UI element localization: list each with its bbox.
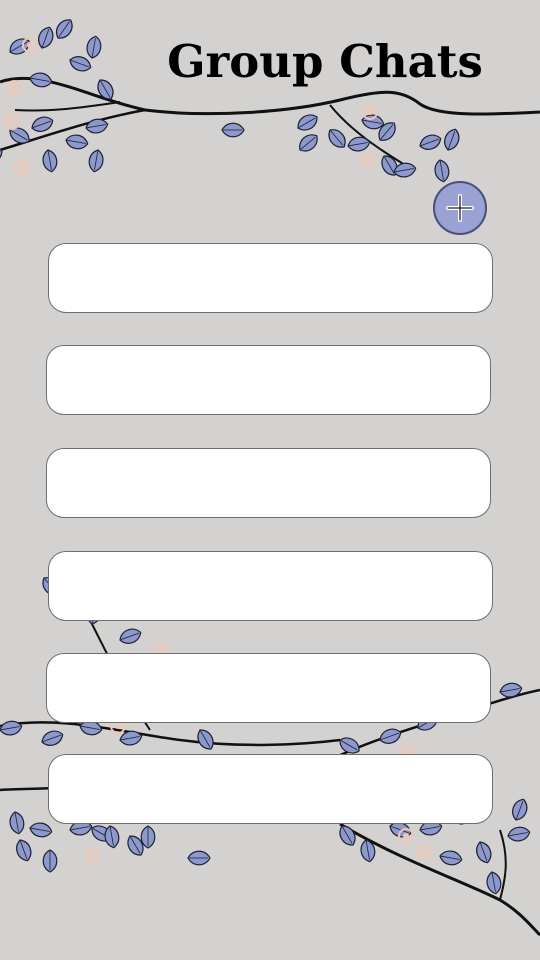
plus-icon <box>446 194 474 222</box>
group-chat-row[interactable] <box>46 345 491 415</box>
add-group-chat-button[interactable] <box>433 181 487 235</box>
group-chat-row[interactable] <box>46 653 491 723</box>
page-title: Group Chats <box>167 35 483 88</box>
group-chat-row[interactable] <box>48 754 493 824</box>
group-chat-row[interactable] <box>46 448 491 518</box>
group-chat-row[interactable] <box>48 243 493 313</box>
group-chat-row[interactable] <box>48 551 493 621</box>
